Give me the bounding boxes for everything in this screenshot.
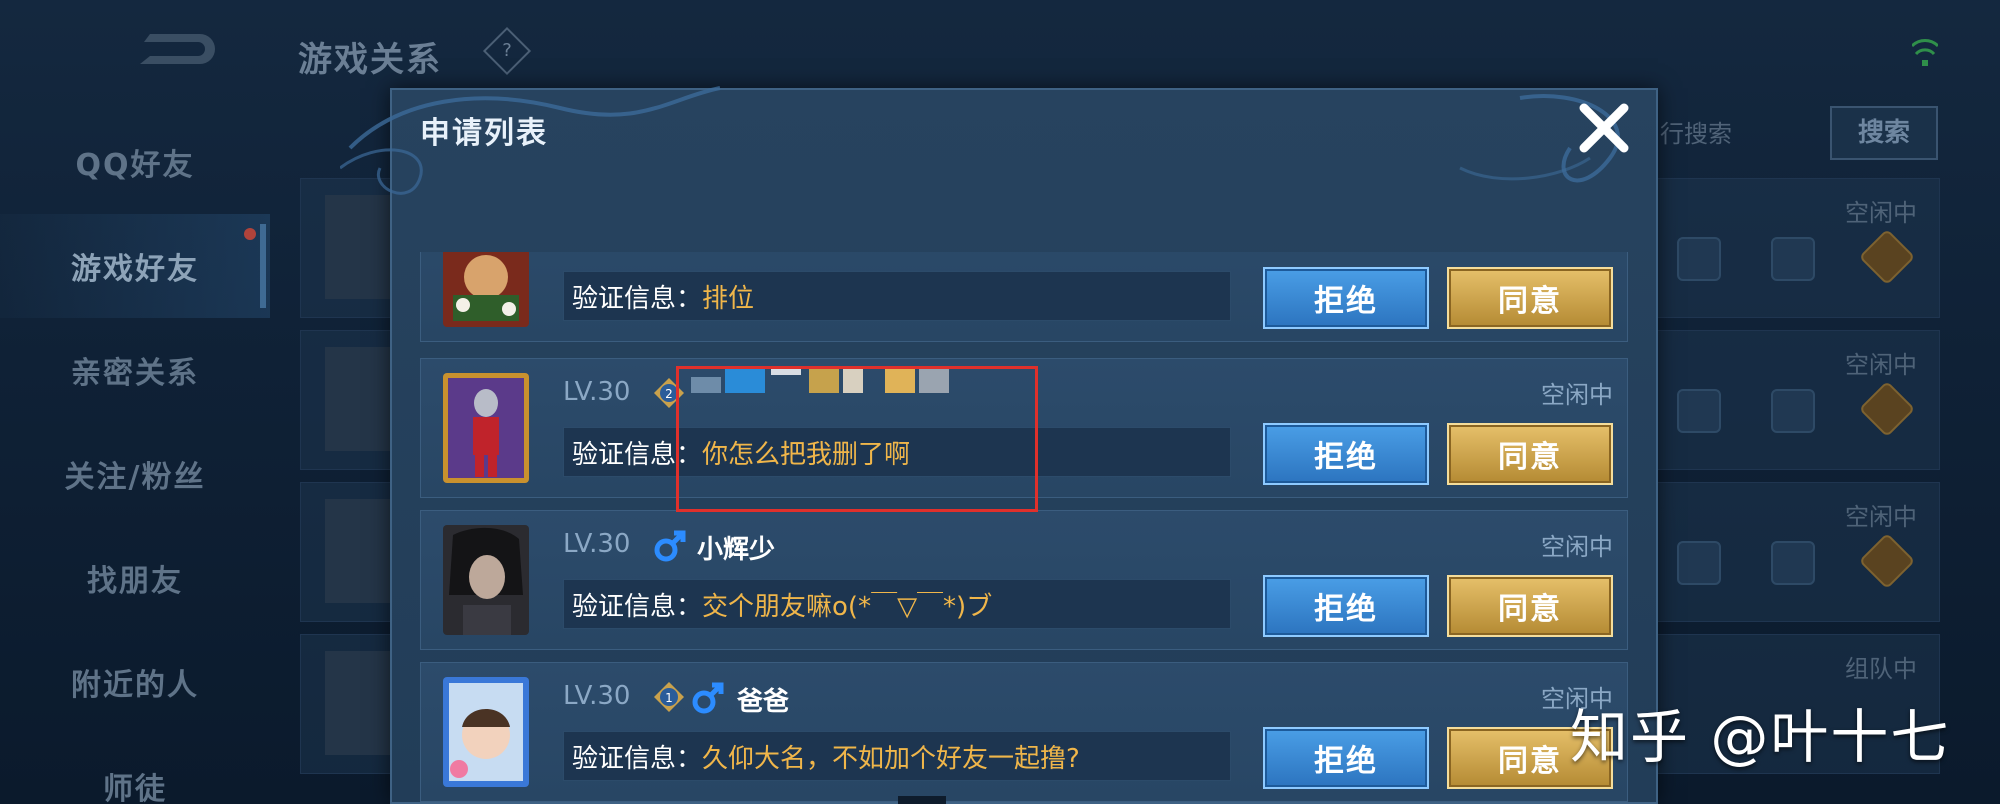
svg-text:2: 2 xyxy=(665,387,673,401)
sidebar-item-mentor[interactable]: 师徒 xyxy=(0,734,270,804)
censored-name xyxy=(691,367,991,397)
gift-icon[interactable] xyxy=(1677,541,1721,585)
search-input[interactable]: 行搜索 xyxy=(1660,108,1820,160)
male-icon xyxy=(654,530,686,562)
close-icon[interactable] xyxy=(1576,100,1632,156)
status-text: 空闲中 xyxy=(1845,351,1917,379)
sidebar-item-nearby[interactable]: 附近的人 xyxy=(0,630,270,734)
sidebar-item-follow-fans[interactable]: 关注/粉丝 xyxy=(0,422,270,526)
gift-icon[interactable] xyxy=(1677,237,1721,281)
heart-icon[interactable] xyxy=(1771,541,1815,585)
request-row: 验证信息： 排位 拒绝 同意 xyxy=(420,252,1628,342)
user-name: 爸爸 xyxy=(737,687,790,717)
request-row: LV.30 1 爸爸 空闲中 验证信息： 久仰大名，不如加个好友一起撸? 拒绝 同… xyxy=(420,662,1628,802)
avatar xyxy=(443,373,529,483)
level-text: LV.30 xyxy=(563,681,631,711)
search-button[interactable]: 搜索 xyxy=(1830,106,1938,160)
sidebar-nav: QQ好友 游戏好友 亲密关系 关注/粉丝 找朋友 附近的人 师徒 xyxy=(0,110,270,804)
reject-button[interactable]: 拒绝 xyxy=(1263,423,1429,485)
sidebar-item-game-friends[interactable]: 游戏好友 xyxy=(0,214,270,318)
sidebar-item-find-friends[interactable]: 找朋友 xyxy=(0,526,270,630)
signal-icon xyxy=(1912,39,1938,66)
heart-icon[interactable] xyxy=(1771,389,1815,433)
notification-dot xyxy=(244,228,256,240)
reject-button[interactable]: 拒绝 xyxy=(1263,267,1429,329)
male-icon xyxy=(692,682,724,714)
sidebar-item-qq-friends[interactable]: QQ好友 xyxy=(0,110,270,214)
rank-badge-icon: 2 xyxy=(654,378,684,408)
coin-icon[interactable] xyxy=(1858,380,1916,438)
verification-message: 验证信息： 排位 xyxy=(563,271,1231,321)
coin-icon[interactable] xyxy=(1858,228,1916,286)
request-row: LV.30 2 空闲中 验证信息： 你怎么把我删了啊 拒绝 同意 xyxy=(420,358,1628,498)
back-arrow-icon[interactable] xyxy=(130,28,216,70)
help-icon[interactable]: ? xyxy=(482,26,532,76)
request-list[interactable]: 验证信息： 排位 拒绝 同意 LV.30 2 空闲中 验证信息： 你怎么把我删了… xyxy=(420,252,1628,804)
status-text: 空闲中 xyxy=(1541,381,1613,409)
gift-icon[interactable] xyxy=(1677,389,1721,433)
avatar xyxy=(443,525,529,635)
verification-message: 验证信息： 你怎么把我删了啊 xyxy=(563,427,1231,477)
reject-button[interactable]: 拒绝 xyxy=(1263,727,1429,789)
verification-message: 验证信息： 久仰大名，不如加个好友一起撸? xyxy=(563,731,1231,781)
watermark: 知乎 @叶十七 xyxy=(1570,703,1951,771)
scroll-indicator xyxy=(898,796,946,804)
status-text: 组队中 xyxy=(1845,655,1917,683)
status-text: 空闲中 xyxy=(1541,533,1613,561)
request-row: LV.30 小辉少 空闲中 验证信息： 交个朋友嘛o(*￣▽￣*)ブ 拒绝 同意 xyxy=(420,510,1628,650)
accept-button[interactable]: 同意 xyxy=(1447,423,1613,485)
sidebar-item-intimacy[interactable]: 亲密关系 xyxy=(0,318,270,422)
reject-button[interactable]: 拒绝 xyxy=(1263,575,1429,637)
heart-icon[interactable] xyxy=(1771,237,1815,281)
dialog-title: 申请列表 xyxy=(420,116,548,151)
status-text: 空闲中 xyxy=(1845,503,1917,531)
svg-text:1: 1 xyxy=(665,691,673,705)
level-text: LV.30 xyxy=(563,377,631,407)
rank-badge-icon: 1 xyxy=(654,682,684,712)
status-text: 空闲中 xyxy=(1845,199,1917,227)
avatar xyxy=(443,677,529,787)
verification-message: 验证信息： 交个朋友嘛o(*￣▽￣*)ブ xyxy=(563,579,1231,629)
avatar xyxy=(443,252,529,327)
accept-button[interactable]: 同意 xyxy=(1447,267,1613,329)
coin-icon[interactable] xyxy=(1858,532,1916,590)
user-name: 小辉少 xyxy=(697,535,776,565)
page-title: 游戏关系 xyxy=(298,40,442,80)
level-text: LV.30 xyxy=(563,529,631,559)
accept-button[interactable]: 同意 xyxy=(1447,575,1613,637)
